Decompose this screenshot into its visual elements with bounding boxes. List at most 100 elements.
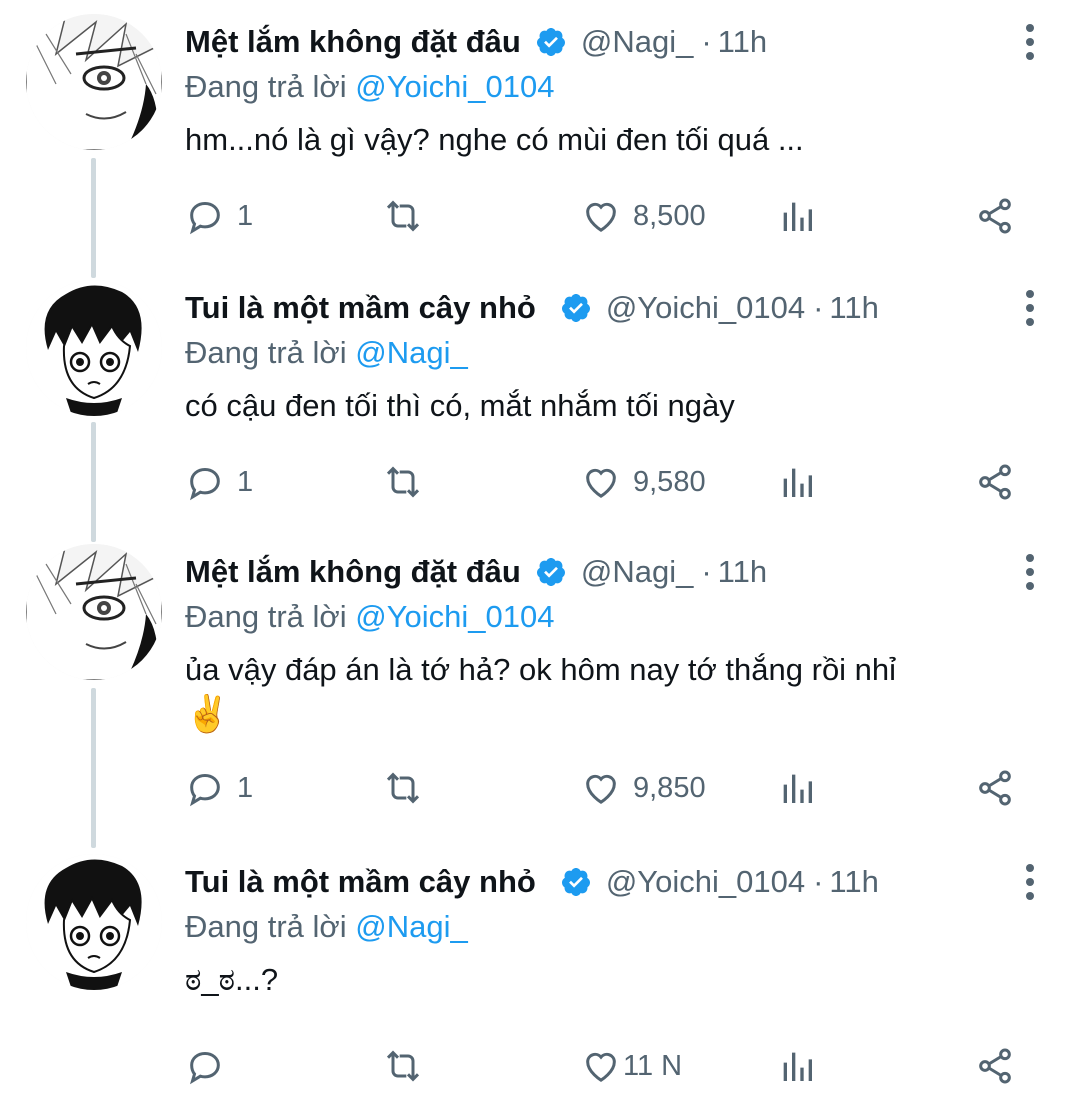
replying-mention[interactable]: @Nagi_ — [355, 335, 467, 370]
like-count: 11 N — [623, 1049, 683, 1082]
white-haired-manga-avatar-icon — [26, 544, 162, 680]
author-name[interactable]: Mệt lắm không đặt đâu — [185, 554, 521, 590]
like-count: 9,580 — [633, 465, 706, 498]
tweet-time[interactable]: 11h — [829, 864, 878, 900]
replying-to: Đang trả lời @Yoichi_0104 — [185, 596, 1040, 638]
views-button[interactable] — [777, 1046, 817, 1086]
more-options-icon[interactable] — [1020, 860, 1040, 904]
share-button[interactable] — [975, 196, 1015, 236]
tweet-text: hm...nó là gì vậy? nghe có mùi đen tối q… — [185, 122, 804, 157]
author-handle[interactable]: @Nagi_ — [581, 554, 693, 590]
share-icon — [979, 198, 1011, 234]
tweet-actions: 1 8,500 — [185, 196, 1015, 236]
replying-mention[interactable]: @Nagi_ — [355, 909, 467, 944]
like-count: 9,850 — [633, 771, 706, 804]
heart-icon — [586, 468, 616, 498]
share-button[interactable] — [975, 768, 1015, 808]
share-icon — [979, 770, 1011, 806]
retweet-icon — [386, 1050, 420, 1082]
white-haired-manga-avatar-icon — [26, 14, 162, 150]
tweet-time[interactable]: 11h — [718, 554, 767, 590]
separator-dot: · — [701, 24, 712, 59]
tweet-time[interactable]: 11h — [718, 24, 767, 60]
reply-button[interactable]: 1 — [185, 196, 253, 236]
views-button[interactable] — [777, 196, 817, 236]
like-button[interactable]: 8,500 — [581, 196, 706, 236]
reply-button[interactable]: 1 — [185, 768, 253, 808]
reply-icon — [189, 773, 220, 807]
tweet-actions: 1 9,580 — [185, 462, 1015, 502]
retweet-button[interactable] — [383, 1046, 423, 1086]
like-button[interactable]: 9,580 — [581, 462, 706, 502]
victory-hand-emoji-icon: ✌️ — [185, 693, 230, 734]
separator-dot: · — [813, 864, 824, 899]
verified-badge-icon — [536, 558, 565, 586]
retweet-icon — [386, 200, 420, 232]
analytics-icon — [783, 774, 812, 803]
tweet-time[interactable]: 11h — [829, 290, 878, 326]
like-count: 8,500 — [633, 199, 706, 232]
reply-icon — [189, 467, 220, 501]
verified-badge-icon — [561, 868, 590, 896]
retweet-icon — [386, 772, 420, 804]
views-button[interactable] — [777, 768, 817, 808]
avatar[interactable] — [26, 854, 162, 990]
tweet-actions: 1 9,850 — [185, 768, 1015, 808]
replying-mention[interactable]: @Yoichi_0104 — [355, 599, 554, 634]
author-handle[interactable]: @Nagi_ — [581, 24, 693, 60]
analytics-icon — [783, 468, 812, 497]
reply-count: 1 — [237, 771, 254, 804]
avatar[interactable] — [26, 280, 162, 416]
replying-to: Đang trả lời @Nagi_ — [185, 332, 1040, 374]
like-button[interactable]: 9,850 — [581, 768, 706, 808]
heart-icon — [586, 774, 616, 804]
like-button[interactable]: 11 N — [581, 1046, 682, 1086]
replying-prefix: Đang trả lời — [185, 335, 347, 370]
author-name[interactable]: Tui là một mầm cây nhỏ — [185, 864, 536, 900]
avatar[interactable] — [26, 544, 162, 680]
retweet-button[interactable] — [383, 462, 423, 502]
share-button[interactable] — [975, 1046, 1015, 1086]
black-haired-manga-avatar-icon — [26, 854, 162, 990]
retweet-icon — [386, 466, 420, 498]
tweet[interactable]: Mệt lắm không đặt đâu @Nagi_ · 11h Đang … — [0, 530, 1080, 840]
analytics-icon — [783, 1052, 812, 1081]
avatar[interactable] — [26, 14, 162, 150]
reply-icon — [189, 1051, 220, 1085]
black-haired-manga-avatar-icon — [26, 280, 162, 416]
reply-button[interactable] — [185, 1046, 237, 1086]
verified-badge-icon — [536, 28, 565, 56]
share-icon — [979, 1048, 1011, 1084]
retweet-button[interactable] — [383, 768, 423, 808]
more-options-icon[interactable] — [1020, 20, 1040, 64]
separator-dot: · — [701, 554, 712, 589]
replying-mention[interactable]: @Yoichi_0104 — [355, 69, 554, 104]
separator-dot: · — [813, 290, 824, 325]
tweet[interactable]: Tui là một mầm cây nhỏ @Yoichi_0104 · 11… — [0, 266, 1080, 531]
replying-prefix: Đang trả lời — [185, 599, 347, 634]
tweet-text: có cậu đen tối thì có, mắt nhắm tối ngày — [185, 388, 735, 423]
heart-icon — [586, 202, 616, 232]
tweet[interactable]: Tui là một mầm cây nhỏ @Yoichi_0104 · 11… — [0, 840, 1080, 1099]
reply-count: 1 — [237, 465, 254, 498]
author-handle[interactable]: @Yoichi_0104 — [606, 864, 805, 900]
more-options-icon[interactable] — [1020, 550, 1040, 594]
more-options-icon[interactable] — [1020, 286, 1040, 330]
reply-button[interactable]: 1 — [185, 462, 253, 502]
replying-to: Đang trả lời @Nagi_ — [185, 906, 1040, 948]
reply-icon — [189, 201, 220, 235]
tweet[interactable]: Mệt lắm không đặt đâu @Nagi_ · 11h Đang … — [0, 0, 1080, 265]
verified-badge-icon — [561, 294, 590, 322]
retweet-button[interactable] — [383, 196, 423, 236]
tweet-thread: Mệt lắm không đặt đâu @Nagi_ · 11h Đang … — [0, 0, 1080, 1099]
author-name[interactable]: Mệt lắm không đặt đâu — [185, 24, 521, 60]
tweet-actions: 11 N — [185, 1046, 1015, 1086]
tweet-text: ủa vậy đáp án là tớ hả? ok hôm nay tớ th… — [185, 652, 897, 687]
share-button[interactable] — [975, 462, 1015, 502]
views-button[interactable] — [777, 462, 817, 502]
author-handle[interactable]: @Yoichi_0104 — [606, 290, 805, 326]
analytics-icon — [783, 202, 812, 231]
replying-to: Đang trả lời @Yoichi_0104 — [185, 66, 1040, 108]
author-name[interactable]: Tui là một mầm cây nhỏ — [185, 290, 536, 326]
replying-prefix: Đang trả lời — [185, 69, 347, 104]
